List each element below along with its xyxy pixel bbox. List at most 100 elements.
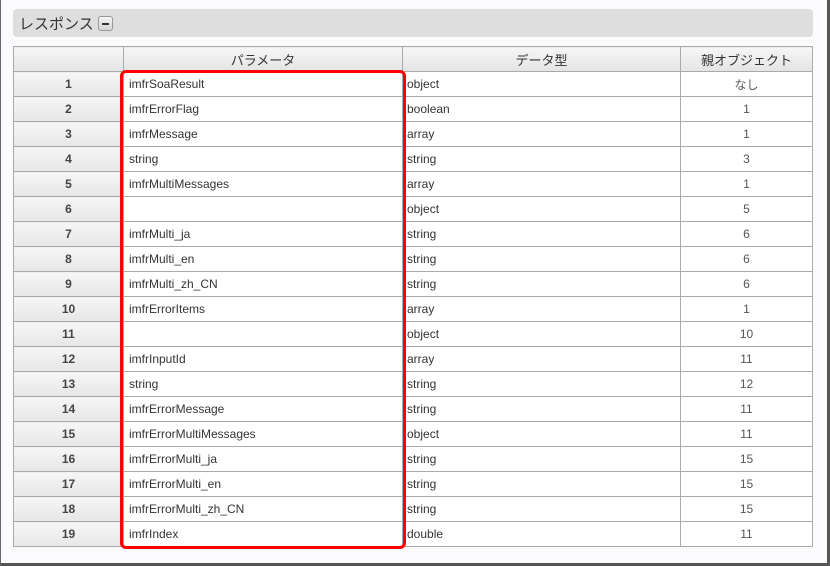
parent-object-cell: 1: [680, 171, 813, 197]
data-type-cell: array: [402, 296, 681, 322]
row-number: 14: [13, 396, 124, 422]
table-row: 15 imfrErrorMultiMessages object 11: [13, 421, 813, 447]
parameter-cell: imfrErrorMulti_en: [123, 471, 403, 497]
parent-object-cell: 15: [680, 446, 813, 472]
table-row: 11 object 10: [13, 321, 813, 347]
parent-object-cell: 1: [680, 96, 813, 122]
table-row: 18 imfrErrorMulti_zh_CN string 15: [13, 496, 813, 522]
row-number: 17: [13, 471, 124, 497]
section-header: レスポンス: [13, 9, 813, 37]
parent-object-cell: 6: [680, 246, 813, 272]
parameter-cell: [123, 196, 403, 222]
table-row: 13 string string 12: [13, 371, 813, 397]
column-header-index: [13, 46, 124, 72]
row-number: 5: [13, 171, 124, 197]
response-parameter-table: パラメータ データ型 親オブジェクト 1 imfrSoaResult object な…: [13, 46, 813, 547]
table-row: 10 imfrErrorItems array 1: [13, 296, 813, 322]
parameter-cell: imfrErrorMulti_ja: [123, 446, 403, 472]
table-row: 1 imfrSoaResult object なし: [13, 71, 813, 97]
row-number: 15: [13, 421, 124, 447]
parameter-cell: imfrInputId: [123, 346, 403, 372]
parent-object-cell: 11: [680, 421, 813, 447]
parent-object-cell: 15: [680, 496, 813, 522]
parent-object-cell: なし: [680, 71, 813, 97]
table-row: 16 imfrErrorMulti_ja string 15: [13, 446, 813, 472]
data-type-cell: object: [402, 421, 681, 447]
data-type-cell: string: [402, 221, 681, 247]
column-header-parent-object: 親オブジェクト: [680, 46, 813, 72]
parameter-cell: imfrIndex: [123, 521, 403, 547]
data-type-cell: string: [402, 146, 681, 172]
row-number: 9: [13, 271, 124, 297]
row-number: 16: [13, 446, 124, 472]
table-row: 19 imfrIndex double 11: [13, 521, 813, 547]
parent-object-cell: 1: [680, 121, 813, 147]
data-type-cell: string: [402, 396, 681, 422]
column-header-data-type: データ型: [402, 46, 681, 72]
row-number: 18: [13, 496, 124, 522]
table-row: 8 imfrMulti_en string 6: [13, 246, 813, 272]
data-type-cell: string: [402, 246, 681, 272]
data-type-cell: string: [402, 471, 681, 497]
table-row: 9 imfrMulti_zh_CN string 6: [13, 271, 813, 297]
data-type-cell: string: [402, 496, 681, 522]
table-row: 4 string string 3: [13, 146, 813, 172]
data-type-cell: object: [402, 71, 681, 97]
table-row: 17 imfrErrorMulti_en string 15: [13, 471, 813, 497]
table-row: 3 imfrMessage array 1: [13, 121, 813, 147]
table-row: 2 imfrErrorFlag boolean 1: [13, 96, 813, 122]
parent-object-cell: 6: [680, 221, 813, 247]
row-number: 4: [13, 146, 124, 172]
parameter-cell: imfrErrorFlag: [123, 96, 403, 122]
parent-object-cell: 11: [680, 396, 813, 422]
parent-object-cell: 11: [680, 521, 813, 547]
parent-object-cell: 11: [680, 346, 813, 372]
row-number: 2: [13, 96, 124, 122]
row-number: 11: [13, 321, 124, 347]
row-number: 6: [13, 196, 124, 222]
parent-object-cell: 12: [680, 371, 813, 397]
parameter-cell: imfrErrorMulti_zh_CN: [123, 496, 403, 522]
data-type-cell: boolean: [402, 96, 681, 122]
section-title: レスポンス: [19, 15, 94, 33]
parameter-cell: imfrMulti_ja: [123, 221, 403, 247]
row-number: 19: [13, 521, 124, 547]
parent-object-cell: 6: [680, 271, 813, 297]
row-number: 12: [13, 346, 124, 372]
parameter-cell: [123, 321, 403, 347]
data-type-cell: object: [402, 196, 681, 222]
table-row: 14 imfrErrorMessage string 11: [13, 396, 813, 422]
row-number: 8: [13, 246, 124, 272]
row-number: 3: [13, 121, 124, 147]
row-number: 10: [13, 296, 124, 322]
parameter-cell: imfrMessage: [123, 121, 403, 147]
table-row: 6 object 5: [13, 196, 813, 222]
data-type-cell: object: [402, 321, 681, 347]
parameter-cell: imfrErrorMessage: [123, 396, 403, 422]
parameter-cell: string: [123, 146, 403, 172]
table-header-row: パラメータ データ型 親オブジェクト: [13, 46, 813, 72]
parent-object-cell: 1: [680, 296, 813, 322]
collapse-toggle-minus-icon[interactable]: [97, 15, 113, 31]
parent-object-cell: 5: [680, 196, 813, 222]
parameter-cell: imfrSoaResult: [123, 71, 403, 97]
row-number: 13: [13, 371, 124, 397]
column-header-parameter: パラメータ: [123, 46, 403, 72]
row-number: 7: [13, 221, 124, 247]
data-type-cell: double: [402, 521, 681, 547]
parent-object-cell: 15: [680, 471, 813, 497]
data-type-cell: string: [402, 371, 681, 397]
parent-object-cell: 10: [680, 321, 813, 347]
parameter-cell: string: [123, 371, 403, 397]
data-type-cell: string: [402, 446, 681, 472]
data-type-cell: array: [402, 121, 681, 147]
parameter-cell: imfrMulti_en: [123, 246, 403, 272]
data-type-cell: array: [402, 346, 681, 372]
parameter-cell: imfrErrorMultiMessages: [123, 421, 403, 447]
parameter-cell: imfrMulti_zh_CN: [123, 271, 403, 297]
data-type-cell: string: [402, 271, 681, 297]
parent-object-cell: 3: [680, 146, 813, 172]
parameter-cell: imfrErrorItems: [123, 296, 403, 322]
table-row: 7 imfrMulti_ja string 6: [13, 221, 813, 247]
table-row: 12 imfrInputId array 11: [13, 346, 813, 372]
